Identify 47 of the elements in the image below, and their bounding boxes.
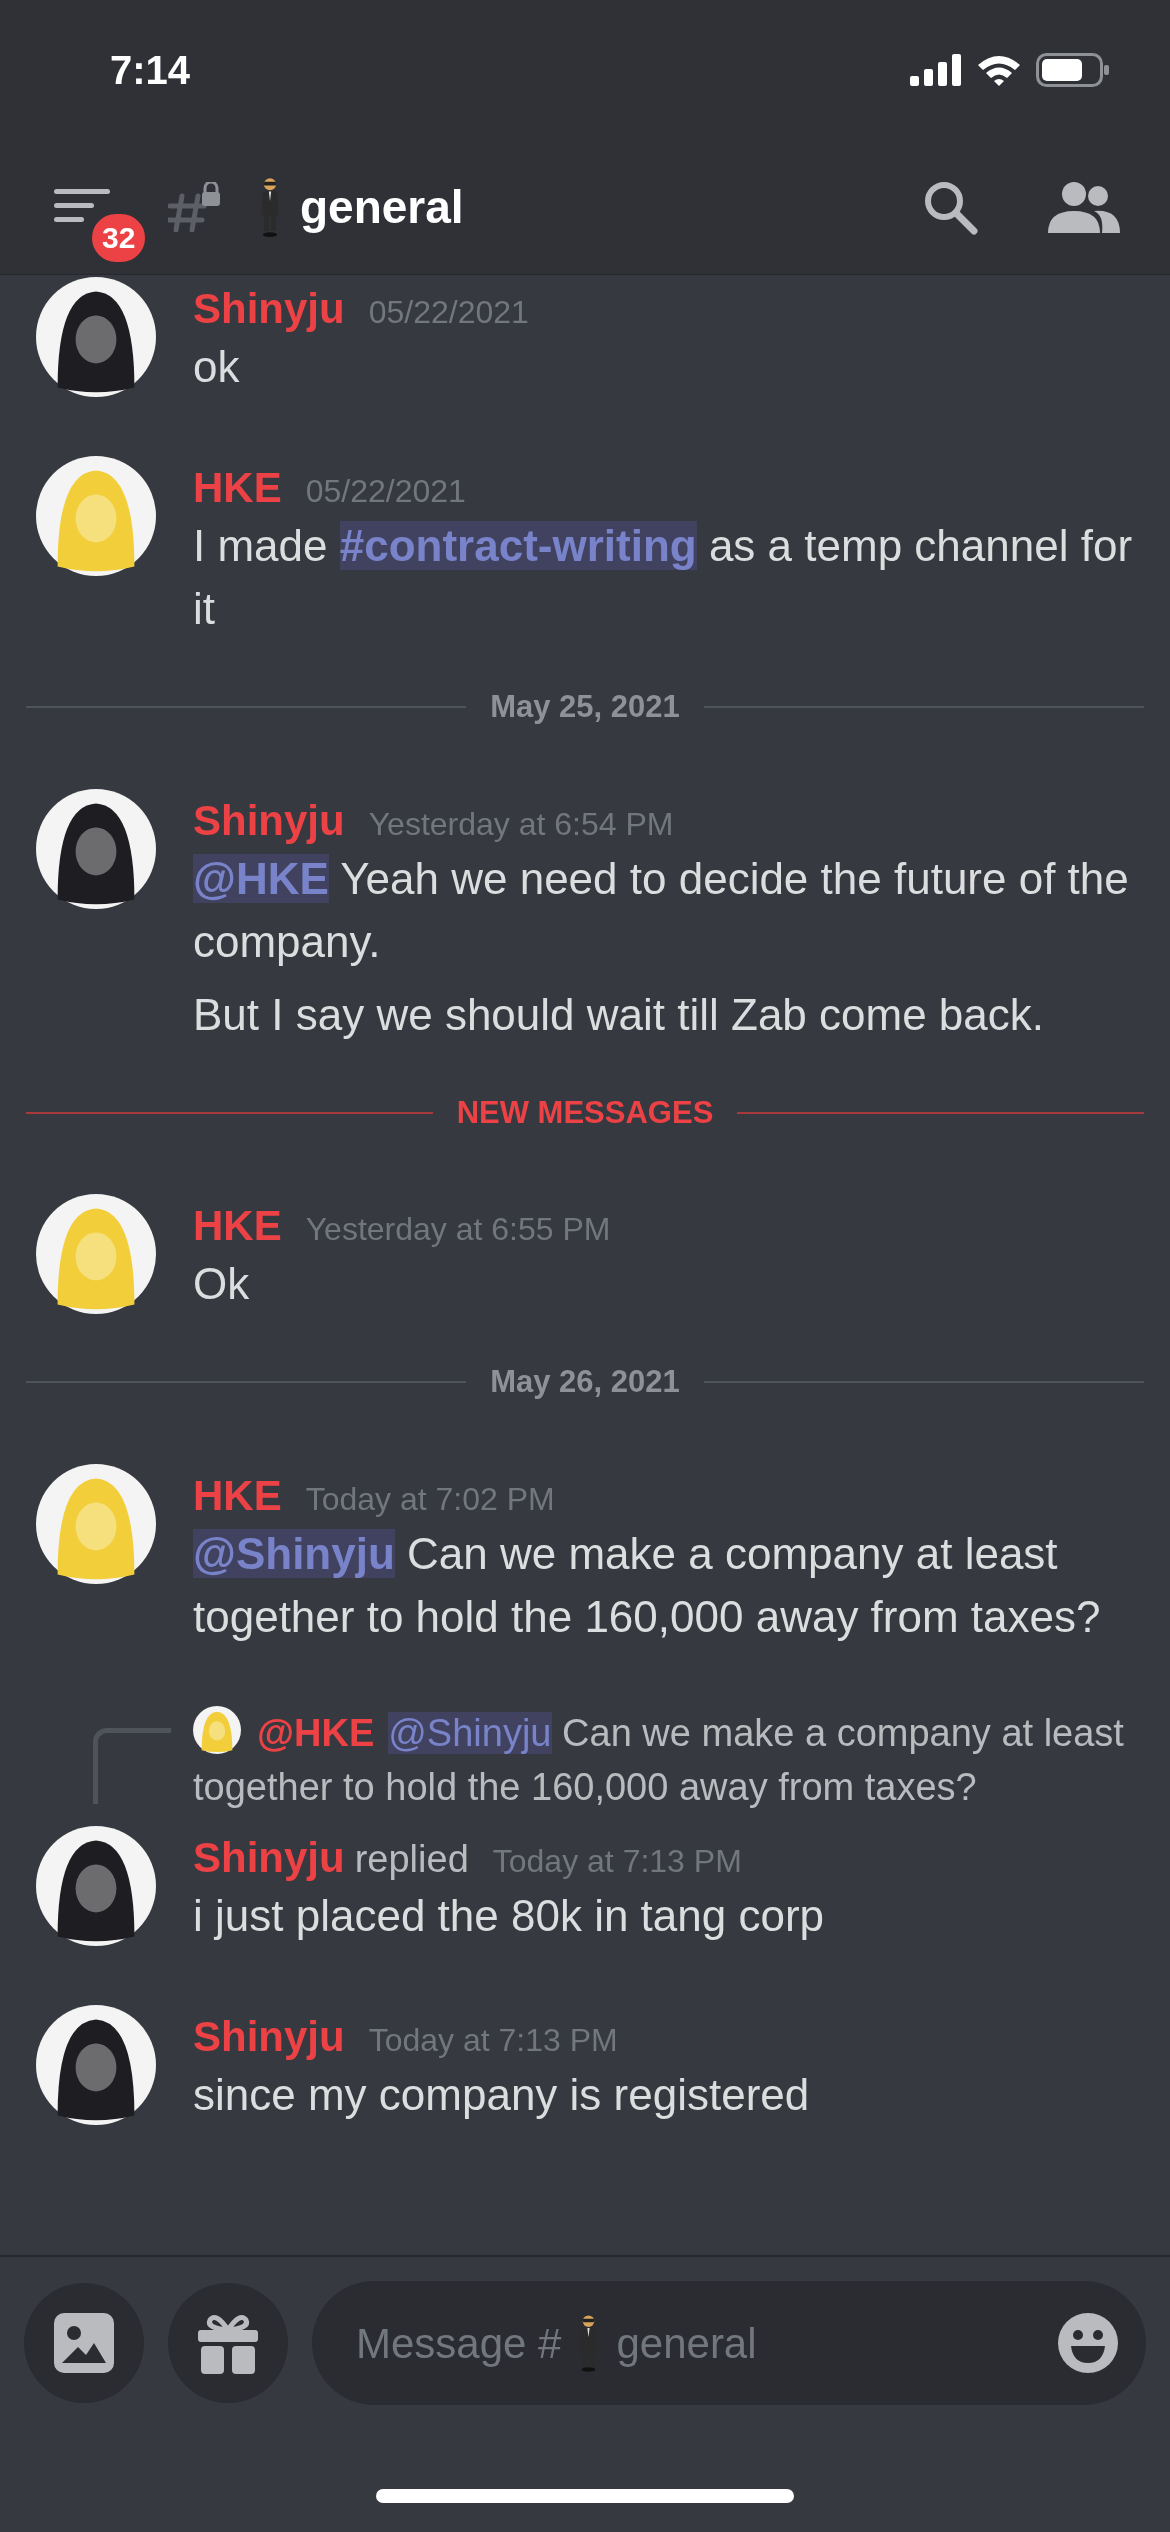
gift-icon xyxy=(198,2312,258,2374)
image-icon xyxy=(54,2313,114,2373)
message-text: since my company is registered xyxy=(193,2068,811,2121)
user-avatar[interactable] xyxy=(36,277,156,397)
message-text: @HKE Yeah we need to decide the future of the company. xyxy=(193,852,1130,968)
timestamp: 05/22/2021 xyxy=(305,472,466,511)
username[interactable]: HKE xyxy=(193,456,282,519)
username[interactable]: Shinyju xyxy=(193,788,345,852)
user-avatar[interactable] xyxy=(36,1463,156,1584)
new-messages-label: NEW MESSAGES xyxy=(456,1093,714,1132)
search-icon[interactable] xyxy=(922,179,978,235)
username[interactable]: Shinyju xyxy=(193,1825,345,1889)
user-avatar[interactable] xyxy=(36,1825,156,1946)
timestamp: 05/22/2021 xyxy=(368,293,529,332)
timestamp: Yesterday at 6:54 PM xyxy=(368,804,674,844)
status-time: 7:14 xyxy=(110,47,191,94)
message-field[interactable]: Message # general xyxy=(312,2281,1146,2405)
user-avatar[interactable] xyxy=(36,1194,156,1314)
message-text: @Shinyju Can we make a company at least together to hold the 160,000 away from taxes? xyxy=(193,1527,1102,1643)
replied-message-preview: @HKE @Shinyju Can we make a company at least together to hold the 160,000 away from taxes? xyxy=(193,1705,1150,1814)
members-icon[interactable] xyxy=(1048,181,1120,233)
timestamp: Today at 7:13 PM xyxy=(368,2020,618,2060)
user-avatar[interactable] xyxy=(36,2004,156,2125)
user-avatar[interactable] xyxy=(36,456,156,576)
signal-icon xyxy=(910,54,962,86)
channel-name: general xyxy=(300,179,464,235)
username[interactable]: Shinyju xyxy=(193,277,345,340)
replied-label: replied xyxy=(354,1836,469,1882)
message-text: ok xyxy=(193,341,241,393)
message-text: But I say we should wait till Zab come back. xyxy=(193,988,1046,1041)
message-text: I made #contract-writing as a temp channel for it xyxy=(193,520,1134,635)
locked-channel-icon xyxy=(168,182,222,232)
battery-icon xyxy=(1036,53,1110,87)
user-avatar[interactable] xyxy=(193,1705,241,1754)
username[interactable]: HKE xyxy=(193,1463,282,1527)
message-text: Ok xyxy=(193,1258,251,1310)
date-label: May 25, 2021 xyxy=(490,688,680,726)
date-label: May 26, 2021 xyxy=(490,1363,680,1401)
username[interactable]: HKE xyxy=(193,1194,282,1257)
message-text: i just placed the 80k in tang corp xyxy=(193,1889,826,1942)
timestamp: Yesterday at 6:55 PM xyxy=(305,1210,611,1249)
wifi-icon xyxy=(976,53,1022,87)
username[interactable]: Shinyju xyxy=(193,2004,345,2068)
timestamp: Today at 7:13 PM xyxy=(492,1841,742,1881)
timestamp: Today at 7:02 PM xyxy=(305,1479,555,1519)
emoji-icon[interactable] xyxy=(1058,2313,1118,2373)
user-avatar[interactable] xyxy=(36,788,156,909)
